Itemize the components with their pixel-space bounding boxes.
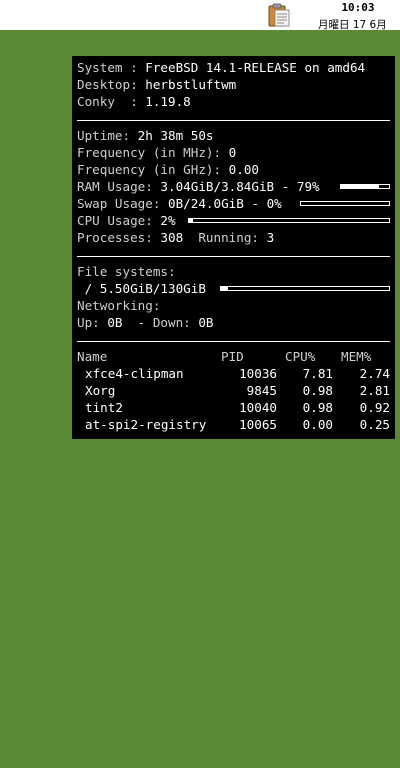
table-row: at-spi2-registry 10065 0.00 0.25 xyxy=(77,416,390,433)
ram-bar xyxy=(340,184,390,189)
clock-time[interactable]: 10:03 xyxy=(340,1,376,14)
swap-value: 0B/24.0GiB - 0% xyxy=(168,196,282,211)
process-name: tint2 xyxy=(85,400,123,415)
process-name: at-spi2-registry xyxy=(85,417,207,432)
table-row: Xorg 9845 0.98 2.81 xyxy=(77,382,390,399)
process-pid: 9845 xyxy=(246,383,277,398)
process-cpu: 7.81 xyxy=(302,366,333,381)
conky-version: 1.19.8 xyxy=(145,94,191,109)
swap-label: Swap Usage: xyxy=(77,196,168,211)
cpu-value: 2% xyxy=(160,213,176,228)
table-row: tint2 10040 0.98 0.92 xyxy=(77,399,390,416)
system-value: FreeBSD 14.1-RELEASE on amd64 xyxy=(145,60,366,75)
desktop-row: Desktop: herbstluftwm xyxy=(77,76,236,93)
processes-value: 308 xyxy=(160,230,184,245)
divider xyxy=(77,256,390,257)
up-value: 0B xyxy=(107,315,123,330)
fs-label: File systems: xyxy=(77,264,176,279)
ram-value: 3.04GiB/3.84GiB - 79% xyxy=(160,179,320,194)
ram-label: RAM Usage: xyxy=(77,179,161,194)
system-row: System : FreeBSD 14.1-RELEASE on amd64 xyxy=(77,59,365,76)
col-cpu-header: CPU% xyxy=(285,349,316,364)
ram-row: RAM Usage: 3.04GiB/3.84GiB - 79% xyxy=(77,178,320,195)
up-label: Up: xyxy=(77,315,108,330)
freq-mhz-value: 0 xyxy=(228,145,237,160)
process-cpu: 0.98 xyxy=(302,383,333,398)
fs-root-row: / 5.50GiB/130GiB xyxy=(77,280,206,297)
net-label: Networking: xyxy=(77,298,161,313)
clipboard-icon[interactable] xyxy=(267,3,291,27)
down-value: 0B xyxy=(198,315,214,330)
divider xyxy=(77,120,390,121)
freq-ghz-row: Frequency (in GHz): 0.00 xyxy=(77,161,259,178)
top-panel: 10:03 月曜日 17 6月 xyxy=(0,0,400,32)
col-name-header: Name xyxy=(77,349,108,364)
cpu-bar xyxy=(188,218,390,223)
swap-bar xyxy=(300,201,390,206)
col-pid-header: PID xyxy=(221,349,244,364)
processes-label: Processes: xyxy=(77,230,161,245)
process-cpu: 0.00 xyxy=(302,417,333,432)
freq-ghz-value: 0.00 xyxy=(228,162,259,177)
process-name: Xorg xyxy=(85,383,116,398)
process-cpu: 0.98 xyxy=(302,400,333,415)
process-mem: 0.92 xyxy=(359,400,390,415)
process-mem: 2.81 xyxy=(359,383,390,398)
fs-root-bar-fill xyxy=(221,287,228,290)
conky-label: Conky : xyxy=(77,94,146,109)
running-value: 3 xyxy=(266,230,275,245)
cpu-bar-fill xyxy=(189,219,193,222)
freq-ghz-label: Frequency (in GHz): xyxy=(77,162,229,177)
net-row: Up: 0B - Down: 0B xyxy=(77,314,214,331)
uptime-value: 2h 38m 50s xyxy=(137,128,214,143)
down-label: - Down: xyxy=(122,315,199,330)
col-mem-header: MEM% xyxy=(341,349,372,364)
freq-mhz-row: Frequency (in MHz): 0 xyxy=(77,144,236,161)
uptime-label: Uptime: xyxy=(77,128,138,143)
ram-bar-fill xyxy=(341,185,379,188)
clock-date[interactable]: 月曜日 17 6月 xyxy=(318,17,400,32)
system-label: System : xyxy=(77,60,146,75)
fs-root-value: / 5.50GiB/130GiB xyxy=(77,281,206,296)
freq-mhz-label: Frequency (in MHz): xyxy=(77,145,229,160)
running-label: Running: xyxy=(183,230,267,245)
cpu-label: CPU Usage: xyxy=(77,213,161,228)
process-pid: 10065 xyxy=(239,417,277,432)
conky-row: Conky : 1.19.8 xyxy=(77,93,191,110)
process-table-header: Name PID CPU% MEM% xyxy=(77,348,390,365)
process-pid: 10040 xyxy=(239,400,277,415)
cpu-row: CPU Usage: 2% xyxy=(77,212,176,229)
desktop-value: herbstluftwm xyxy=(145,77,237,92)
process-pid: 10036 xyxy=(239,366,277,381)
conky-panel: System : FreeBSD 14.1-RELEASE on amd64 D… xyxy=(72,56,395,439)
table-row: xfce4-clipman 10036 7.81 2.74 xyxy=(77,365,390,382)
desktop-label: Desktop: xyxy=(77,77,146,92)
process-name: xfce4-clipman xyxy=(85,366,184,381)
process-mem: 0.25 xyxy=(359,417,390,432)
swap-row: Swap Usage: 0B/24.0GiB - 0% xyxy=(77,195,282,212)
processes-row: Processes: 308 Running: 3 xyxy=(77,229,274,246)
fs-root-bar xyxy=(220,286,390,291)
divider xyxy=(77,341,390,342)
uptime-row: Uptime: 2h 38m 50s xyxy=(77,127,214,144)
process-mem: 2.74 xyxy=(359,366,390,381)
